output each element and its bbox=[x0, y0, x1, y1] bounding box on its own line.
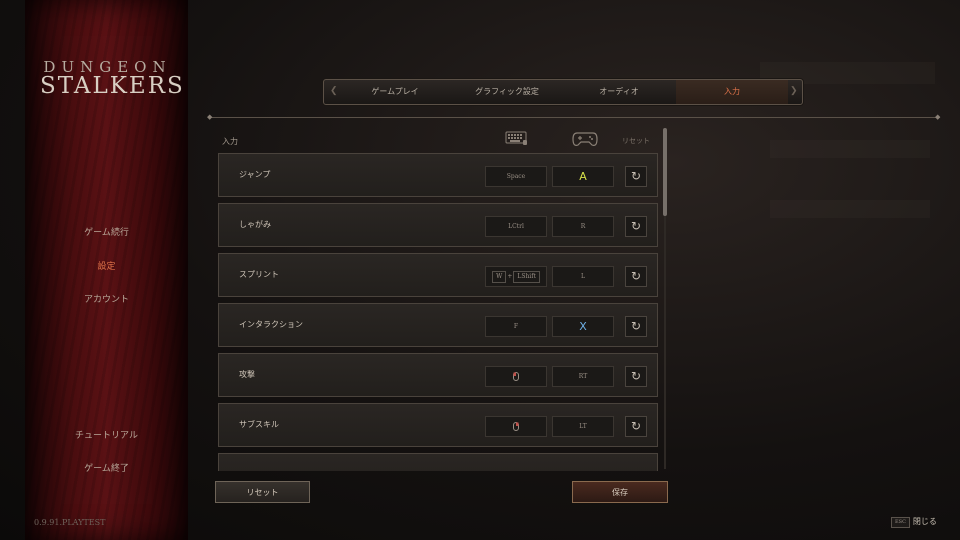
version-label: 0.9.91.PLAYTEST bbox=[34, 518, 106, 527]
reset-icon: ↻ bbox=[630, 319, 642, 333]
binding-label: インタラクション bbox=[239, 320, 303, 329]
reset-icon: ↻ bbox=[630, 269, 642, 283]
binding-row-crouch: しゃがみ LCtrl R ↻ bbox=[218, 203, 658, 247]
background-panel bbox=[770, 140, 930, 158]
divider-end-icon: ◆ bbox=[935, 113, 941, 121]
binding-row-jump: ジャンプ Space A ↻ bbox=[218, 153, 658, 197]
binding-label: しゃがみ bbox=[239, 220, 271, 229]
keyboard-binding[interactable]: Space bbox=[485, 166, 547, 187]
keyboard-binding[interactable]: F bbox=[485, 316, 547, 337]
key-plus: + bbox=[507, 273, 513, 280]
gamepad-binding[interactable]: R bbox=[552, 216, 614, 237]
gamepad-icon bbox=[572, 132, 598, 146]
gamepad-binding[interactable]: LT bbox=[552, 416, 614, 437]
sidebar-item-continue[interactable]: ゲーム続行 bbox=[25, 225, 188, 238]
divider bbox=[210, 117, 940, 118]
sidebar-item-settings[interactable]: 設定 bbox=[25, 259, 188, 272]
reset-binding-button[interactable]: ↻ bbox=[625, 266, 647, 287]
binding-label: サブスキル bbox=[239, 420, 279, 429]
binding-list: ジャンプ Space A ↻ しゃがみ LCtrl R ↻ スプリント W + LS… bbox=[218, 153, 660, 471]
reset-binding-button[interactable]: ↻ bbox=[625, 316, 647, 337]
key-cap: W bbox=[492, 271, 507, 283]
keyboard-binding[interactable] bbox=[485, 366, 547, 387]
tab-gameplay[interactable]: ゲームプレイ bbox=[344, 80, 446, 104]
reset-binding-button[interactable]: ↻ bbox=[625, 416, 647, 437]
keyboard-binding[interactable]: LCtrl bbox=[485, 216, 547, 237]
esc-key-icon: ESC bbox=[891, 516, 910, 528]
sidebar-item-quit[interactable]: ゲーム終了 bbox=[25, 461, 188, 474]
tab-audio[interactable]: オーディオ bbox=[568, 80, 670, 104]
binding-label: 攻撃 bbox=[239, 370, 255, 379]
keyboard-icon bbox=[505, 131, 527, 145]
section-title: 入力 bbox=[222, 137, 238, 146]
gamepad-binding[interactable]: RT bbox=[552, 366, 614, 387]
settings-tab-bar: ❮ ゲームプレイ グラフィック設定 オーディオ 入力 ❯ bbox=[323, 79, 803, 105]
gamepad-binding[interactable]: X bbox=[552, 316, 614, 337]
tab-ornament-icon: ❮ bbox=[330, 86, 338, 96]
gamepad-binding[interactable]: A bbox=[552, 166, 614, 187]
key-cap: LShift bbox=[513, 271, 540, 283]
binding-row-sprint: スプリント W + LShift L ↻ bbox=[218, 253, 658, 297]
logo-bottom-text: STALKERS bbox=[40, 73, 185, 99]
reset-icon: ↻ bbox=[630, 219, 642, 233]
keyboard-binding[interactable]: W + LShift bbox=[485, 266, 547, 287]
mouse-right-icon bbox=[513, 422, 519, 431]
game-logo: DUNGEON STALKERS bbox=[40, 58, 185, 99]
binding-row-attack: 攻撃 RT ↻ bbox=[218, 353, 658, 397]
close-hint[interactable]: ESC 閉じる bbox=[891, 516, 937, 528]
close-label: 閉じる bbox=[912, 517, 937, 526]
divider-end-icon: ◆ bbox=[207, 113, 213, 121]
binding-label: ジャンプ bbox=[239, 170, 271, 179]
gamepad-button-label: X bbox=[579, 320, 587, 333]
sidebar-item-account[interactable]: アカウント bbox=[25, 292, 188, 305]
reset-all-button[interactable]: リセット bbox=[215, 481, 310, 503]
tab-input[interactable]: 入力 bbox=[676, 80, 788, 104]
reset-column-header: リセット bbox=[622, 137, 650, 145]
reset-binding-button[interactable]: ↻ bbox=[625, 366, 647, 387]
save-button[interactable]: 保存 bbox=[572, 481, 668, 503]
sidebar-item-tutorial[interactable]: チュートリアル bbox=[25, 428, 188, 441]
reset-binding-button[interactable]: ↻ bbox=[625, 166, 647, 187]
binding-row-partial bbox=[218, 453, 658, 471]
binding-row-subskill: サブスキル LT ↻ bbox=[218, 403, 658, 447]
reset-icon: ↻ bbox=[630, 169, 642, 183]
tab-graphics[interactable]: グラフィック設定 bbox=[452, 80, 562, 104]
scrollbar-thumb[interactable] bbox=[663, 128, 667, 216]
reset-icon: ↻ bbox=[630, 419, 642, 433]
reset-icon: ↻ bbox=[630, 369, 642, 383]
binding-label: スプリント bbox=[239, 270, 279, 279]
tab-ornament-icon: ❯ bbox=[790, 86, 798, 96]
reset-binding-button[interactable]: ↻ bbox=[625, 216, 647, 237]
binding-row-interact: インタラクション F X ↻ bbox=[218, 303, 658, 347]
background-panel bbox=[770, 200, 930, 218]
gamepad-binding[interactable]: L bbox=[552, 266, 614, 287]
mouse-left-icon bbox=[513, 372, 519, 381]
keyboard-binding[interactable] bbox=[485, 416, 547, 437]
gamepad-button-label: A bbox=[579, 170, 587, 183]
